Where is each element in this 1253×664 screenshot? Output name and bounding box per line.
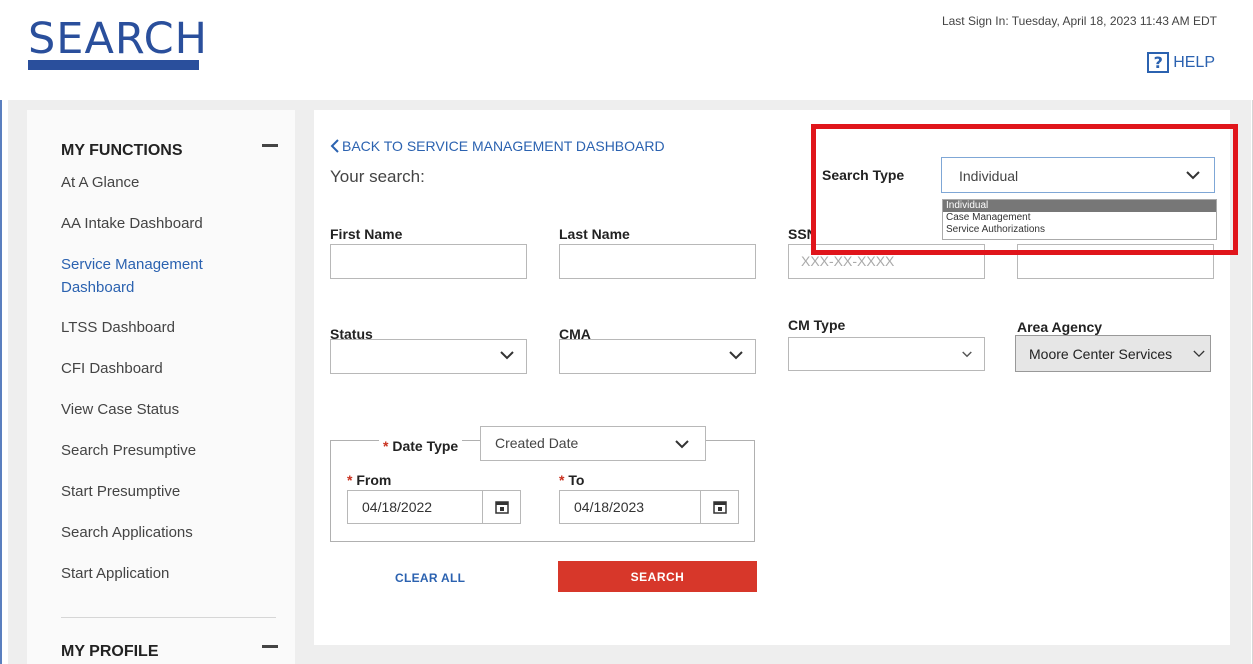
from-label-text: From xyxy=(356,472,392,488)
search-type-value: Individual xyxy=(959,168,1019,184)
back-to-dashboard-link[interactable]: BACK TO SERVICE MANAGEMENT DASHBOARD xyxy=(330,138,665,154)
search-type-dropdown-list: Individual Case Management Service Autho… xyxy=(942,199,1217,240)
from-label: * From xyxy=(347,472,391,488)
to-label: * To xyxy=(559,472,584,488)
collapse-profile-minus-icon[interactable] xyxy=(262,645,278,648)
sidebar-item-service-management-dashboard[interactable]: Service Management Dashboard xyxy=(61,253,271,299)
date-type-value: Created Date xyxy=(495,435,579,451)
required-marker: * xyxy=(559,472,565,488)
area-agency-value: Moore Center Services xyxy=(1029,346,1173,362)
to-label-text: To xyxy=(568,472,585,488)
calendar-icon xyxy=(494,501,509,514)
chevron-down-icon xyxy=(675,440,689,449)
fourth-field-input[interactable] xyxy=(1017,244,1214,279)
logo-underline xyxy=(28,60,199,70)
first-name-input[interactable] xyxy=(330,244,527,279)
from-calendar-button[interactable] xyxy=(482,491,520,523)
header: SEARCH Last Sign In: Tuesday, April 18, … xyxy=(0,0,1253,100)
area-agency-select[interactable]: Moore Center Services xyxy=(1015,335,1211,372)
my-profile-title: MY PROFILE xyxy=(61,643,159,660)
required-marker: * xyxy=(347,472,353,488)
chevron-down-icon xyxy=(1186,171,1200,180)
required-marker: * xyxy=(383,438,389,454)
page-logo: SEARCH xyxy=(28,14,208,64)
chevron-down-icon xyxy=(962,351,972,358)
search-type-option[interactable]: Service Authorizations xyxy=(943,224,1216,236)
to-date-value: 04/18/2023 xyxy=(574,499,645,515)
from-date-input[interactable]: 04/18/2022 xyxy=(347,490,521,524)
ssn-label: SSN xyxy=(788,226,817,242)
date-range-group: * Date Type Created Date * From 04/18/20… xyxy=(330,426,755,542)
calendar-icon xyxy=(712,501,727,514)
chevron-down-icon xyxy=(500,351,514,360)
date-type-select[interactable]: Created Date xyxy=(480,426,706,461)
sidebar-item-ltss-dashboard[interactable]: LTSS Dashboard xyxy=(61,316,271,339)
your-search-heading: Your search: xyxy=(330,167,425,186)
my-functions-title: MY FUNCTIONS xyxy=(61,142,183,159)
sidebar-item-search-applications[interactable]: Search Applications xyxy=(61,521,271,544)
last-name-input[interactable] xyxy=(559,244,756,279)
search-type-select[interactable]: Individual xyxy=(941,157,1215,193)
back-link-label: BACK TO SERVICE MANAGEMENT DASHBOARD xyxy=(342,138,665,154)
cm-type-select[interactable] xyxy=(788,337,985,371)
sidebar-item-start-presumptive[interactable]: Start Presumptive xyxy=(61,480,271,503)
to-date-input[interactable]: 04/18/2023 xyxy=(559,490,739,524)
search-panel: BACK TO SERVICE MANAGEMENT DASHBOARD You… xyxy=(314,110,1230,645)
search-type-option[interactable]: Individual xyxy=(943,200,1216,212)
cm-type-label: CM Type xyxy=(788,317,846,333)
sidebar-item-search-presumptive[interactable]: Search Presumptive xyxy=(61,439,271,462)
search-type-label: Search Type xyxy=(822,167,905,183)
clear-all-link[interactable]: CLEAR ALL xyxy=(395,571,465,585)
to-calendar-button[interactable] xyxy=(700,491,738,523)
sidebar-item-at-a-glance[interactable]: At A Glance xyxy=(61,171,271,194)
sidebar-item-aa-intake-dashboard[interactable]: AA Intake Dashboard xyxy=(61,212,271,235)
last-name-label: Last Name xyxy=(559,226,630,242)
chevron-down-icon xyxy=(729,351,743,360)
sidebar-item-start-application[interactable]: Start Application xyxy=(61,562,271,585)
help-link[interactable]: ? HELP xyxy=(1147,52,1215,73)
first-name-label: First Name xyxy=(330,226,403,242)
help-icon: ? xyxy=(1147,52,1170,73)
status-select[interactable] xyxy=(330,339,527,374)
chevron-left-icon xyxy=(330,139,339,153)
sidebar: MY FUNCTIONS At A Glance AA Intake Dashb… xyxy=(27,110,295,664)
sidebar-divider xyxy=(61,617,276,618)
ssn-input[interactable]: XXX-XX-XXXX xyxy=(788,244,985,279)
date-type-label-text: Date Type xyxy=(392,438,459,454)
help-label: HELP xyxy=(1173,53,1215,71)
date-type-label: * Date Type xyxy=(379,438,463,454)
search-button[interactable]: SEARCH xyxy=(558,561,757,592)
sidebar-item-view-case-status[interactable]: View Case Status xyxy=(61,398,271,421)
search-type-option[interactable]: Case Management xyxy=(943,212,1216,224)
from-date-value: 04/18/2022 xyxy=(362,499,433,515)
area-agency-label: Area Agency xyxy=(1017,319,1103,335)
sidebar-item-cfi-dashboard[interactable]: CFI Dashboard xyxy=(61,357,271,380)
last-signin-text: Last Sign In: Tuesday, April 18, 2023 11… xyxy=(941,14,1217,28)
chevron-down-icon xyxy=(1193,350,1205,358)
collapse-functions-minus-icon[interactable] xyxy=(262,144,278,147)
cma-select[interactable] xyxy=(559,339,756,374)
